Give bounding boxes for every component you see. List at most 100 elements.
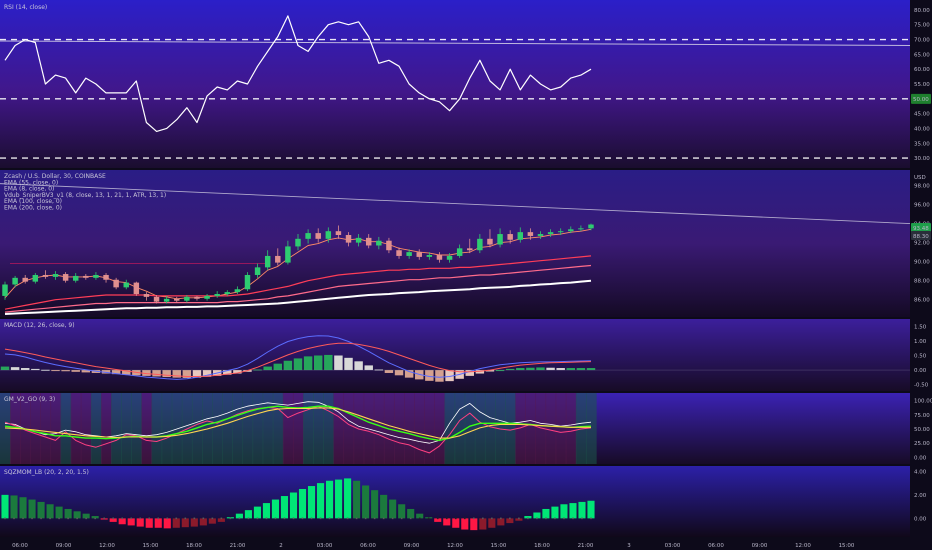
squeeze-dot bbox=[283, 517, 286, 520]
squeeze-bar bbox=[145, 518, 153, 528]
osc-zone bbox=[60, 393, 72, 464]
osc-zone bbox=[30, 393, 41, 464]
chart-canvas[interactable]: RSI (14, close) Zcash / U.S. Dollar, 30,… bbox=[0, 0, 932, 550]
macd-hist-bar bbox=[536, 367, 545, 371]
candle-up bbox=[497, 234, 503, 245]
candle-down bbox=[83, 275, 89, 278]
osc-zone bbox=[121, 393, 132, 464]
squeeze-dot bbox=[509, 517, 511, 520]
squeeze-dot bbox=[193, 517, 196, 520]
candle-down bbox=[365, 237, 372, 246]
candle-up bbox=[547, 232, 554, 235]
macd-axis-tick: 0.50 bbox=[914, 354, 927, 360]
candle-down bbox=[174, 298, 180, 301]
price-axis-tick: 86.00 bbox=[914, 298, 930, 304]
rsi-axis-tick: 70.00 bbox=[914, 38, 930, 44]
time-axis-tick: 12:00 bbox=[447, 543, 463, 549]
squeeze-bar bbox=[136, 518, 144, 527]
squeeze-dot bbox=[518, 517, 520, 520]
squeeze-dot bbox=[130, 517, 133, 520]
candle-up bbox=[426, 254, 433, 257]
osc-zone bbox=[363, 393, 375, 464]
rsi-axis-tick: 45.00 bbox=[914, 112, 930, 118]
osc-zone bbox=[323, 393, 334, 464]
price-axis-tick: 92.00 bbox=[914, 241, 930, 247]
candle-up bbox=[456, 248, 463, 256]
candle-up bbox=[204, 295, 210, 299]
time-axis-tick: 06:00 bbox=[360, 543, 376, 549]
squeeze-bar bbox=[289, 492, 298, 519]
squeeze-bar bbox=[298, 488, 307, 519]
squeeze-dot bbox=[373, 517, 376, 520]
squeeze-dot bbox=[13, 517, 15, 520]
macd-hist-bar bbox=[556, 368, 565, 371]
macd-axis-tick: 0.00 bbox=[914, 368, 927, 374]
candle-down bbox=[467, 248, 473, 251]
squeeze-dot bbox=[337, 517, 340, 520]
candle-down bbox=[113, 279, 119, 288]
osc-zone bbox=[414, 393, 425, 464]
time-axis-tick: 3 bbox=[627, 543, 631, 549]
squeeze-dot bbox=[527, 517, 529, 520]
osc-zone bbox=[343, 393, 355, 464]
squeeze-dot bbox=[418, 517, 421, 520]
oscillator-axis-tick: 100.00 bbox=[914, 399, 932, 405]
candle-up bbox=[32, 274, 39, 282]
osc-zone bbox=[505, 393, 516, 464]
candle-up bbox=[477, 238, 483, 251]
macd-hist-bar bbox=[283, 360, 293, 371]
squeeze-bar bbox=[344, 478, 352, 519]
macd-axis-tick: 1.00 bbox=[914, 339, 927, 345]
macd-hist-bar bbox=[435, 370, 444, 382]
oscillator-axis-tick: 75.00 bbox=[914, 413, 930, 419]
squeeze-dot bbox=[473, 517, 475, 520]
squeeze-bar bbox=[452, 518, 460, 528]
macd-hist-bar bbox=[384, 370, 394, 373]
squeeze-dot bbox=[175, 517, 178, 520]
chart-stage: RSI (14, close) Zcash / U.S. Dollar, 30,… bbox=[0, 0, 932, 550]
candle-down bbox=[396, 250, 402, 256]
osc-zone bbox=[555, 393, 567, 464]
candle-up bbox=[123, 282, 129, 288]
candle-down bbox=[42, 274, 49, 277]
osc-zone bbox=[373, 393, 385, 464]
rsi-title: RSI (14, close) bbox=[4, 4, 47, 11]
squeeze-bar bbox=[19, 497, 27, 519]
time-axis-tick: 09:00 bbox=[404, 543, 420, 549]
osc-zone bbox=[454, 393, 466, 464]
squeeze-bar bbox=[560, 504, 568, 519]
macd-hist-bar bbox=[586, 368, 596, 371]
candle-up bbox=[446, 255, 453, 260]
squeeze-bar bbox=[172, 518, 180, 528]
macd-axis-tick: -0.50 bbox=[914, 383, 929, 389]
squeeze-bar bbox=[46, 504, 54, 519]
candle-up bbox=[12, 277, 18, 285]
price-current-label: 88.30 bbox=[913, 234, 929, 240]
squeeze-dot bbox=[85, 517, 87, 520]
squeeze-dot bbox=[265, 517, 268, 520]
squeeze-bar bbox=[488, 518, 496, 528]
rsi-axis-tick: 40.00 bbox=[914, 126, 930, 132]
osc-zone bbox=[70, 393, 82, 464]
squeeze-bar bbox=[461, 518, 469, 530]
macd-hist-bar bbox=[71, 370, 80, 372]
osc-zone bbox=[404, 393, 415, 464]
squeeze-bar bbox=[73, 511, 81, 519]
candle-up bbox=[295, 238, 301, 247]
squeeze-dot bbox=[112, 517, 114, 520]
price-axis-unit: USD bbox=[914, 175, 926, 181]
time-axis-tick: 15:00 bbox=[491, 543, 507, 549]
squeeze-bar bbox=[551, 506, 559, 519]
squeeze-dot bbox=[22, 517, 24, 520]
candle-up bbox=[52, 274, 59, 277]
squeeze-dot bbox=[139, 517, 142, 520]
squeeze-bar bbox=[542, 508, 550, 519]
squeeze-bar bbox=[64, 508, 72, 519]
squeeze-dot bbox=[427, 517, 430, 520]
candle-up bbox=[568, 229, 574, 232]
candle-down bbox=[335, 231, 342, 236]
osc-zone bbox=[80, 393, 92, 464]
squeeze-dot bbox=[445, 517, 448, 520]
squeeze-dot bbox=[103, 517, 105, 520]
osc-zone bbox=[565, 393, 577, 464]
